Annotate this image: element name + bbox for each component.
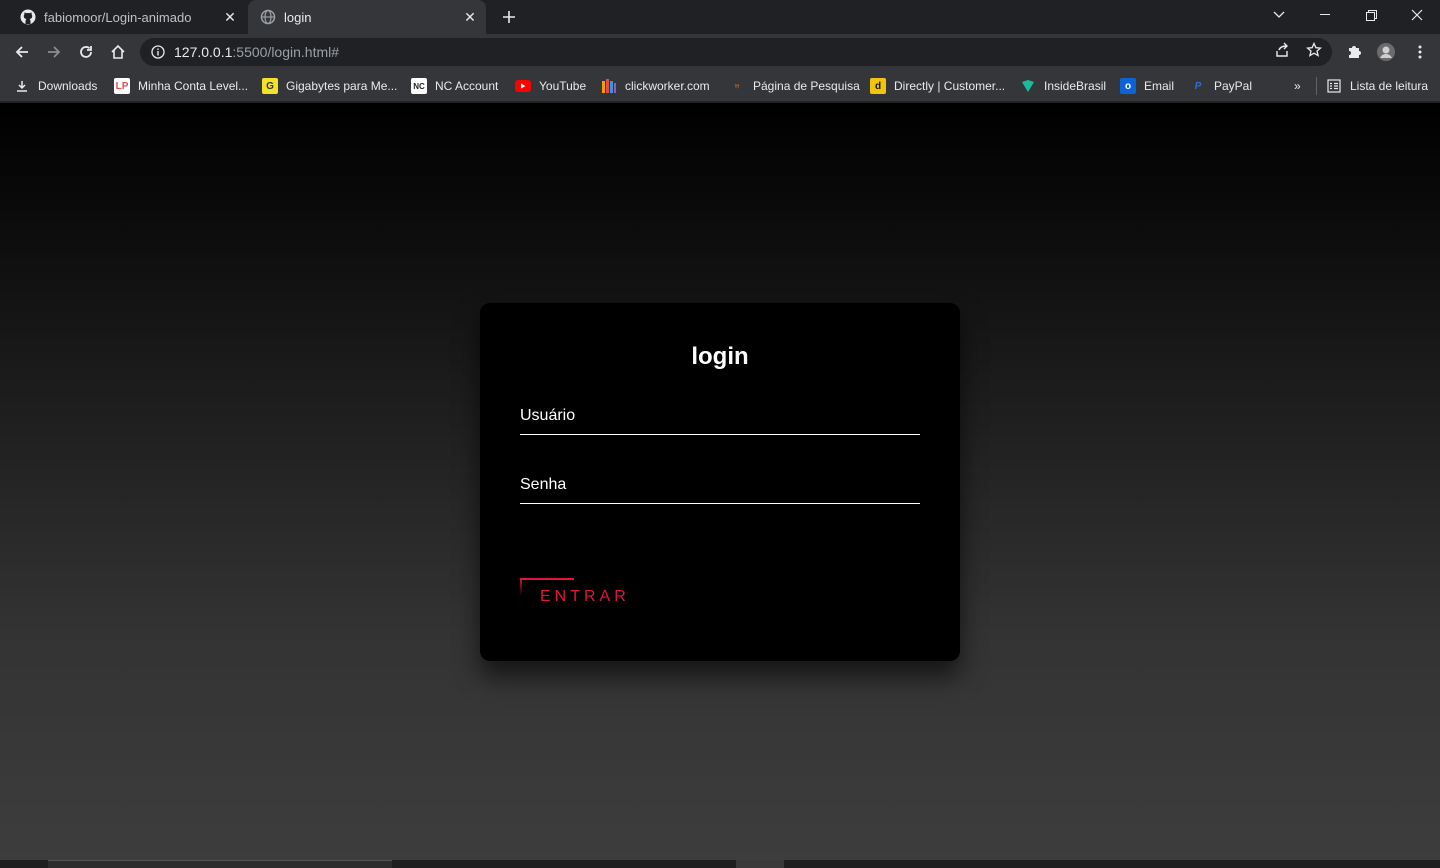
tab-title: login bbox=[284, 9, 312, 25]
bookmark-downloads[interactable]: Downloads bbox=[14, 76, 97, 96]
page-viewport: login Usuário Senha ENTRAR bbox=[0, 103, 1440, 860]
taskbar-segment bbox=[736, 860, 784, 868]
forward-button[interactable] bbox=[40, 38, 68, 66]
bookmark-paypal[interactable]: P PayPal bbox=[1190, 76, 1252, 96]
paypal-icon: P bbox=[1194, 80, 1202, 92]
address-bar[interactable]: 127.0.0.1:5500/login.html# bbox=[140, 38, 1332, 66]
submit-button[interactable]: ENTRAR bbox=[520, 578, 640, 618]
info-icon[interactable] bbox=[150, 44, 166, 60]
password-label: Senha bbox=[520, 476, 567, 493]
clickworker-icon bbox=[601, 78, 617, 94]
tab-strip: fabiomoor/Login-animado ✕ login ✕ bbox=[0, 0, 1440, 34]
home-button[interactable] bbox=[104, 38, 132, 66]
bookmarks-divider bbox=[1316, 77, 1317, 95]
menu-icon[interactable] bbox=[1406, 38, 1434, 66]
login-title: login bbox=[691, 343, 749, 370]
tab-search-icon[interactable] bbox=[1256, 0, 1302, 30]
bookmark-clickworker[interactable]: clickworker.com bbox=[601, 76, 710, 96]
url-host: 127.0.0.1 bbox=[174, 44, 233, 60]
bookmark-label: Página de Pesquisa bbox=[753, 79, 860, 93]
bookmark-pagina-pesquisa[interactable]: ♅ Página de Pesquisa bbox=[729, 76, 860, 96]
star-icon[interactable] bbox=[1304, 40, 1324, 60]
button-border-top bbox=[520, 578, 574, 580]
password-input[interactable] bbox=[520, 470, 920, 503]
browser-toolbar: 127.0.0.1:5500/login.html# bbox=[0, 34, 1440, 70]
login-box: login Usuário Senha ENTRAR bbox=[480, 303, 960, 661]
bookmark-gigabytes[interactable]: G Gigabytes para Me... bbox=[262, 76, 397, 96]
pesquisa-icon: ♅ bbox=[733, 80, 741, 92]
share-icon[interactable] bbox=[1272, 40, 1292, 60]
reading-list-icon bbox=[1326, 78, 1342, 94]
bookmark-label: NC Account bbox=[435, 79, 499, 93]
level-icon: LP bbox=[114, 78, 130, 94]
bookmark-insidebrasil[interactable]: InsideBrasil bbox=[1020, 76, 1106, 96]
directly-icon: d bbox=[870, 78, 886, 94]
bookmark-nc-account[interactable]: NC NC Account bbox=[411, 76, 498, 96]
insidebrasil-icon bbox=[1020, 78, 1036, 94]
username-label: Usuário bbox=[520, 407, 576, 424]
tab-login[interactable]: login ✕ bbox=[248, 0, 486, 34]
bookmark-label: Email bbox=[1144, 79, 1175, 93]
nc-icon: NC bbox=[411, 78, 427, 94]
tab-github[interactable]: fabiomoor/Login-animado ✕ bbox=[8, 0, 246, 34]
close-window-button[interactable] bbox=[1394, 0, 1440, 30]
github-icon bbox=[20, 9, 36, 25]
bookmark-label: PayPal bbox=[1214, 79, 1253, 93]
close-icon[interactable]: ✕ bbox=[222, 9, 238, 25]
bookmark-minha-conta[interactable]: LP Minha Conta Level... bbox=[114, 76, 248, 96]
new-tab-button[interactable] bbox=[498, 6, 520, 28]
chevron-double-icon: » bbox=[1294, 79, 1301, 93]
taskbar-segment bbox=[48, 860, 392, 868]
bookmarks-bar: Downloads LP Minha Conta Level... G Giga… bbox=[0, 70, 1440, 102]
bookmark-label: Downloads bbox=[38, 79, 98, 93]
bookmark-label: InsideBrasil bbox=[1044, 79, 1107, 93]
restore-button[interactable] bbox=[1348, 0, 1394, 30]
reading-list-button[interactable]: Lista de leitura bbox=[1326, 76, 1428, 96]
taskbar bbox=[0, 860, 1440, 868]
bookmark-label: clickworker.com bbox=[625, 79, 710, 93]
url-path: :5500/login.html# bbox=[232, 44, 340, 60]
tab-title: fabiomoor/Login-animado bbox=[44, 9, 192, 25]
username-input[interactable] bbox=[520, 401, 920, 434]
minimize-button[interactable] bbox=[1302, 0, 1348, 30]
gigabytes-icon: G bbox=[262, 78, 278, 94]
reading-list-label: Lista de leitura bbox=[1350, 79, 1429, 93]
extensions-icon[interactable] bbox=[1340, 38, 1368, 66]
username-field[interactable]: Usuário bbox=[520, 401, 920, 435]
download-icon bbox=[14, 78, 30, 94]
url-text: 127.0.0.1:5500/login.html# bbox=[174, 44, 339, 60]
bookmark-youtube[interactable]: YouTube bbox=[515, 76, 586, 96]
bookmark-email[interactable]: o Email bbox=[1120, 76, 1174, 96]
submit-button-label: ENTRAR bbox=[540, 588, 630, 605]
button-border-left bbox=[520, 578, 522, 596]
close-icon[interactable]: ✕ bbox=[462, 9, 478, 25]
youtube-icon bbox=[515, 78, 531, 94]
more-bookmarks-button[interactable]: » bbox=[1294, 76, 1301, 96]
bookmark-label: Minha Conta Level... bbox=[138, 79, 249, 93]
bookmark-directly[interactable]: d Directly | Customer... bbox=[870, 76, 1005, 96]
back-button[interactable] bbox=[8, 38, 36, 66]
avatar[interactable] bbox=[1372, 38, 1400, 66]
bookmark-label: YouTube bbox=[539, 79, 587, 93]
outlook-icon: o bbox=[1120, 78, 1136, 94]
globe-icon bbox=[260, 9, 276, 25]
reload-button[interactable] bbox=[72, 38, 100, 66]
bookmark-label: Directly | Customer... bbox=[894, 79, 1006, 93]
bookmark-label: Gigabytes para Me... bbox=[286, 79, 398, 93]
password-field[interactable]: Senha bbox=[520, 470, 920, 504]
